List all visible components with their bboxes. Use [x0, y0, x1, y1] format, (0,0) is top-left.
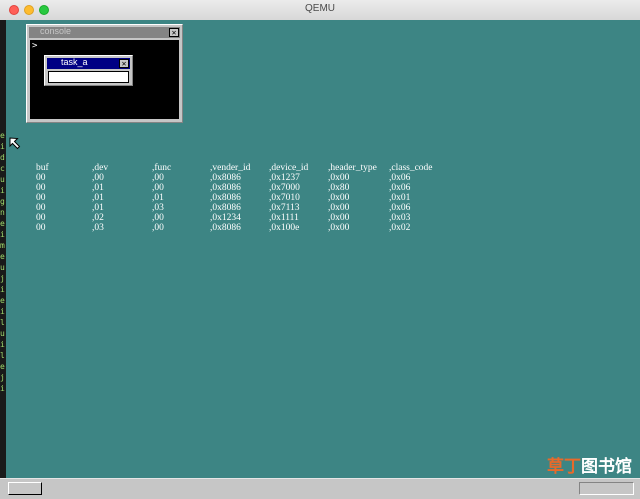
- col-header: ,class_code: [389, 163, 433, 173]
- cell: ,0x06: [389, 183, 411, 193]
- cell: ,0x00: [328, 193, 350, 203]
- cell: ,0x8086: [210, 173, 241, 183]
- left-strip-text: e i d c u i g n e i m e u j i e i l u i …: [0, 131, 5, 393]
- cell: ,0x100e: [269, 223, 300, 233]
- start-button[interactable]: [8, 482, 42, 495]
- cell: ,0x80: [328, 183, 350, 193]
- console-title: console: [40, 26, 72, 36]
- cell: ,0x8086: [210, 183, 241, 193]
- task-titlebar[interactable]: task_a ✕: [47, 57, 130, 69]
- cell: 00: [36, 213, 46, 223]
- qemu-screen[interactable]: e i d c u i g n e i m e u j i e i l u i …: [0, 20, 640, 478]
- window-title: QEMU: [305, 3, 335, 14]
- watermark-part2: 图书馆: [581, 457, 632, 477]
- system-tray: [579, 482, 634, 495]
- cell: ,01: [152, 193, 164, 203]
- cell: ,03: [152, 203, 164, 213]
- console-close-icon[interactable]: ✕: [169, 28, 179, 37]
- task-input-field[interactable]: [48, 71, 129, 83]
- cell: ,02: [92, 213, 104, 223]
- cell: ,0x00: [328, 213, 350, 223]
- col-header: ,device_id: [269, 163, 309, 173]
- cell: ,03: [92, 223, 104, 233]
- task-window[interactable]: task_a ✕: [44, 55, 133, 86]
- cell: ,01: [92, 193, 104, 203]
- cell: ,0x1111: [269, 213, 299, 223]
- cell: ,0x00: [328, 173, 350, 183]
- cell: 00: [36, 203, 46, 213]
- cell: ,0x06: [389, 203, 411, 213]
- cell: ,01: [92, 203, 104, 213]
- task-close-icon[interactable]: ✕: [119, 59, 129, 68]
- cell: ,0x8086: [210, 203, 241, 213]
- left-edge-strip: e i d c u i g n e i m e u j i e i l u i …: [0, 20, 6, 478]
- cell: ,0x00: [328, 223, 350, 233]
- cell: ,0x8086: [210, 193, 241, 203]
- cell: ,00: [92, 173, 104, 183]
- cell: ,0x1237: [269, 173, 300, 183]
- cell: ,00: [152, 183, 164, 193]
- cell: ,0x8086: [210, 223, 241, 233]
- cell: ,0x00: [328, 203, 350, 213]
- task-title: task_a: [61, 57, 88, 67]
- cell: ,0x06: [389, 173, 411, 183]
- cell: ,0x01: [389, 193, 411, 203]
- watermark-logo: 草丁图书馆: [547, 452, 632, 477]
- window-titlebar[interactable]: QEMU: [0, 0, 640, 21]
- mouse-cursor-icon: [9, 137, 21, 150]
- col-header: ,dev: [92, 163, 109, 173]
- col-header: buf: [36, 163, 49, 173]
- console-titlebar[interactable]: console ✕: [29, 26, 180, 38]
- console-prompt: >: [32, 41, 38, 51]
- cell: ,00: [152, 213, 164, 223]
- taskbar: [0, 478, 640, 499]
- cell: 00: [36, 223, 46, 233]
- cell: ,0x1234: [210, 213, 241, 223]
- cell: ,01: [92, 183, 104, 193]
- cell: ,00: [152, 173, 164, 183]
- cell: 00: [36, 193, 46, 203]
- cell: ,0x02: [389, 223, 411, 233]
- watermark-part1: 草丁: [547, 457, 581, 477]
- cell: 00: [36, 183, 46, 193]
- cell: 00: [36, 173, 46, 183]
- cell: ,00: [152, 223, 164, 233]
- col-header: ,vender_id: [210, 163, 251, 173]
- col-header: ,header_type: [328, 163, 377, 173]
- col-header: ,func: [152, 163, 172, 173]
- cell: ,0x7113: [269, 203, 300, 213]
- cell: ,0x7010: [269, 193, 300, 203]
- cell: ,0x7000: [269, 183, 300, 193]
- cell: ,0x03: [389, 213, 411, 223]
